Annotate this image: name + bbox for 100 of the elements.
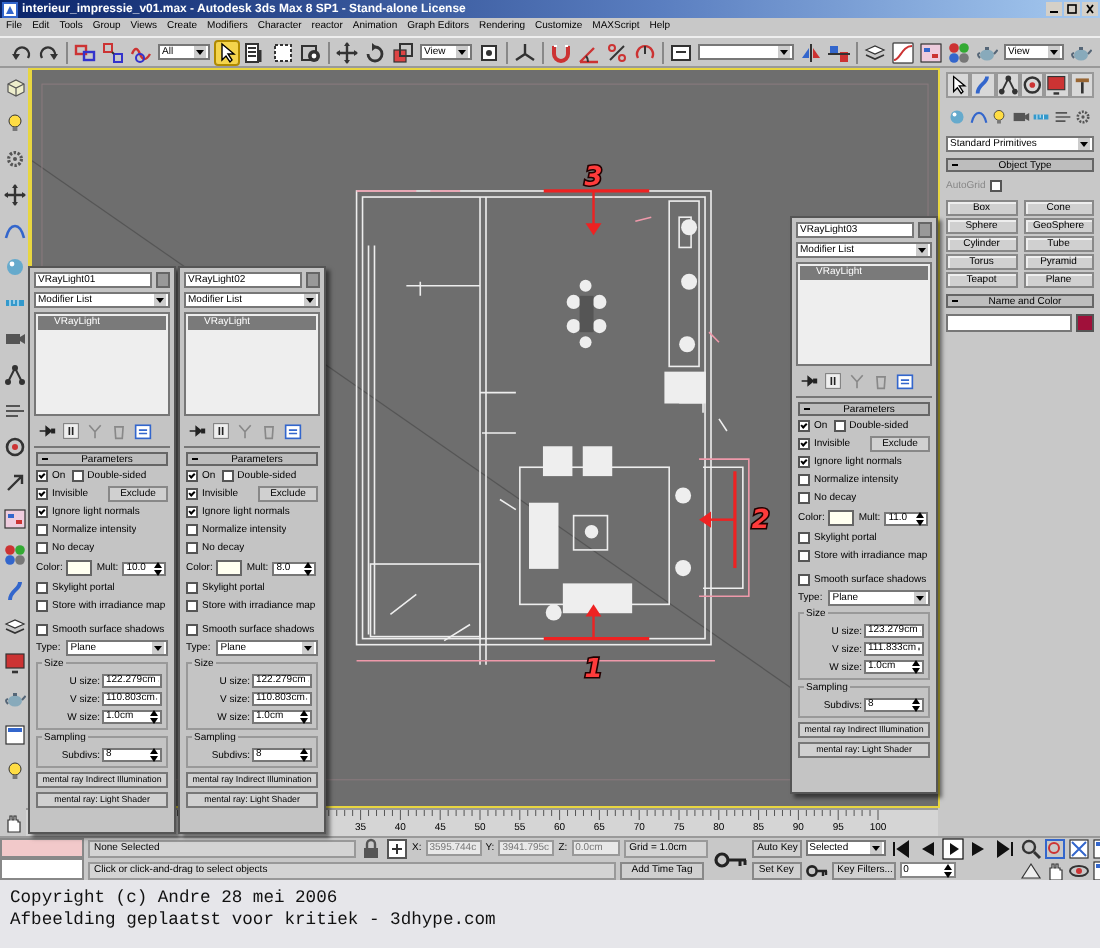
- mirror-icon[interactable]: [800, 41, 822, 63]
- spheres-icon[interactable]: [3, 544, 25, 566]
- first-frame-icon[interactable]: [889, 837, 912, 859]
- orbit-icon[interactable]: [1067, 859, 1090, 881]
- monitor-icon[interactable]: [1044, 72, 1070, 98]
- align-icon[interactable]: [828, 41, 850, 63]
- gear-icon[interactable]: [1074, 108, 1092, 126]
- maximize-icon[interactable]: [1064, 2, 1080, 16]
- circle-icon[interactable]: [1019, 72, 1045, 98]
- spinner-snap-icon[interactable]: [634, 41, 656, 63]
- spheres-icon[interactable]: [948, 41, 970, 63]
- spinner-icon[interactable]: [943, 863, 952, 877]
- maximize-viewport-icon[interactable]: [3, 724, 25, 746]
- color-swatch[interactable]: [306, 272, 320, 288]
- minimize-icon[interactable]: [1046, 2, 1062, 16]
- curve-icon[interactable]: [892, 41, 914, 63]
- color-swatch[interactable]: [918, 222, 932, 238]
- pivot-icon[interactable]: [478, 41, 500, 63]
- lock-icon[interactable]: [360, 837, 382, 859]
- link-icon[interactable]: [74, 41, 96, 63]
- wind-icon[interactable]: [1053, 108, 1071, 126]
- shape-icon[interactable]: [969, 108, 987, 126]
- bulb-icon[interactable]: [3, 760, 25, 782]
- spinner-icon[interactable]: [154, 561, 163, 575]
- pin-icon[interactable]: [800, 372, 818, 390]
- configure-icon[interactable]: [134, 422, 152, 440]
- named-selection-dropdown[interactable]: [698, 44, 794, 60]
- monitor-icon[interactable]: [3, 652, 25, 674]
- offset-icon[interactable]: [386, 837, 408, 859]
- teapot-icon[interactable]: [976, 41, 998, 63]
- wind-icon[interactable]: [3, 400, 25, 422]
- bulb-icon[interactable]: [990, 108, 1008, 126]
- key-icon[interactable]: [805, 859, 828, 881]
- percent-icon[interactable]: [606, 41, 628, 63]
- pin-icon[interactable]: [38, 422, 56, 440]
- hand-icon[interactable]: [2, 811, 24, 833]
- hand-icon[interactable]: [1043, 859, 1066, 881]
- configure-icon[interactable]: [284, 422, 302, 440]
- configure-icon[interactable]: [896, 372, 914, 390]
- circle-icon[interactable]: [3, 436, 25, 458]
- color-swatch[interactable]: [1076, 314, 1094, 332]
- close-icon[interactable]: [1082, 2, 1098, 16]
- pause-icon[interactable]: [212, 422, 230, 440]
- move-icon[interactable]: [336, 41, 358, 63]
- hammer-icon[interactable]: [1069, 72, 1094, 98]
- rectangle-icon[interactable]: [272, 41, 294, 63]
- cursor-icon[interactable]: [946, 72, 971, 98]
- play-icon[interactable]: [941, 837, 964, 859]
- gear-icon[interactable]: [3, 148, 25, 170]
- spinner-icon[interactable]: [912, 698, 920, 712]
- move-icon[interactable]: [3, 184, 25, 206]
- arrow-icon[interactable]: [3, 472, 25, 494]
- color-swatch[interactable]: [156, 272, 170, 288]
- shape-icon[interactable]: [3, 220, 25, 242]
- chain-icon[interactable]: [102, 41, 124, 63]
- list-icon[interactable]: [244, 41, 266, 63]
- bend-icon[interactable]: [3, 580, 25, 602]
- schematic-icon[interactable]: [3, 508, 25, 530]
- angle-icon[interactable]: [578, 41, 600, 63]
- crossing-icon[interactable]: [300, 41, 322, 63]
- pin-icon[interactable]: [188, 422, 206, 440]
- camera-icon[interactable]: [3, 328, 25, 350]
- rotate-icon[interactable]: [364, 41, 386, 63]
- bulb-icon[interactable]: [3, 112, 25, 134]
- pause-icon[interactable]: [824, 372, 842, 390]
- pause-icon[interactable]: [62, 422, 80, 440]
- redo-icon[interactable]: [38, 41, 60, 63]
- color-swatch[interactable]: [216, 560, 243, 576]
- last-frame-icon[interactable]: [993, 837, 1016, 859]
- box-icon[interactable]: [3, 76, 25, 98]
- axis-icon[interactable]: [514, 41, 536, 63]
- undo-icon[interactable]: [10, 41, 32, 63]
- spinner-icon[interactable]: [150, 710, 158, 724]
- sphere-icon[interactable]: [3, 256, 25, 278]
- hierarchy-icon[interactable]: [3, 364, 25, 386]
- camera-icon[interactable]: [1011, 108, 1029, 126]
- name-icon[interactable]: [670, 41, 692, 63]
- sphere-icon[interactable]: [948, 108, 966, 126]
- cursor-icon[interactable]: [216, 41, 238, 63]
- script-listener-field[interactable]: [0, 858, 84, 880]
- teapot-icon[interactable]: [1070, 41, 1092, 63]
- scale-icon[interactable]: [392, 41, 414, 63]
- schematic-icon[interactable]: [920, 41, 942, 63]
- teapot-icon[interactable]: [3, 688, 25, 710]
- script-listener-field[interactable]: [0, 838, 84, 858]
- magnet-icon[interactable]: [550, 41, 572, 63]
- spinner-icon[interactable]: [304, 561, 313, 575]
- layers-icon[interactable]: [864, 41, 886, 63]
- hierarchy-icon[interactable]: [995, 72, 1020, 98]
- color-swatch[interactable]: [66, 560, 93, 576]
- spinner-icon[interactable]: [150, 748, 158, 762]
- color-swatch[interactable]: [828, 510, 855, 526]
- spinner-icon[interactable]: [916, 511, 925, 525]
- spinner-icon[interactable]: [912, 660, 920, 674]
- spinner-icon[interactable]: [300, 748, 308, 762]
- name-field[interactable]: [946, 314, 1072, 332]
- bend-icon[interactable]: [970, 72, 996, 98]
- zoom-icon[interactable]: [1019, 837, 1042, 859]
- spinner-icon[interactable]: [300, 710, 308, 724]
- layers-icon[interactable]: [3, 616, 25, 638]
